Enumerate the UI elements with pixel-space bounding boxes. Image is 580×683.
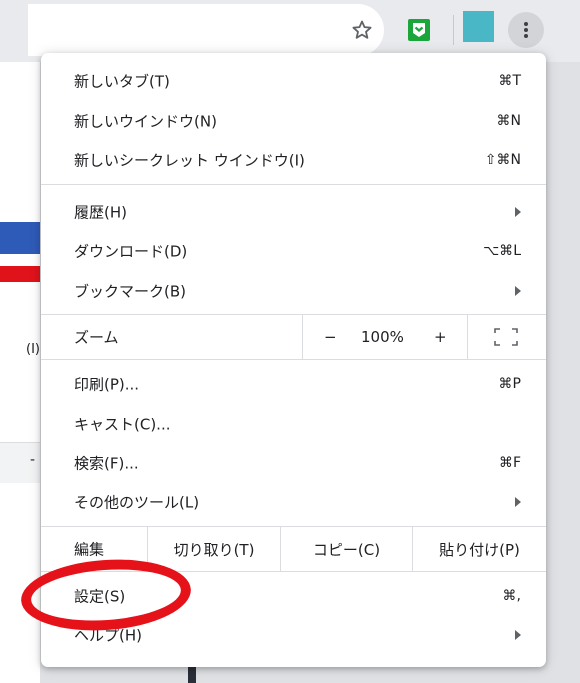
star-icon[interactable] [350, 18, 374, 42]
menu-item-label: 新しいウインドウ(N) [74, 112, 217, 131]
menu-item-bookmarks[interactable]: ブックマーク(B) [41, 271, 546, 311]
zoom-out-button[interactable]: − [324, 328, 337, 346]
menu-item-new-window[interactable]: 新しいウインドウ(N) ⌘N [41, 101, 546, 141]
fullscreen-icon[interactable] [494, 328, 518, 346]
menu-item-new-incognito-window[interactable]: 新しいシークレット ウインドウ(I) ⇧⌘N [41, 140, 546, 180]
kebab-menu-icon[interactable] [508, 12, 544, 48]
menu-item-shortcut: ⌘F [498, 455, 521, 471]
menu-item-print[interactable]: 印刷(P)... ⌘P [41, 364, 546, 404]
menu-item-label: ブックマーク(B) [74, 282, 186, 301]
submenu-arrow-icon [515, 497, 521, 507]
background-text-fragment: - [30, 452, 36, 468]
menu-item-label: 検索(F)... [74, 454, 139, 473]
background-page-red-block [0, 266, 40, 282]
menu-item-find[interactable]: 検索(F)... ⌘F [41, 443, 546, 483]
paste-button[interactable]: 貼り付け(P) [413, 527, 546, 571]
zoom-divider [302, 315, 303, 359]
zoom-level: 100% [361, 328, 404, 346]
submenu-arrow-icon [515, 630, 521, 640]
menu-item-label: その他のツール(L) [74, 493, 200, 512]
edit-label: 編集 [74, 540, 105, 559]
menu-item-new-tab[interactable]: 新しいタブ(T) ⌘T [41, 61, 546, 101]
menu-item-more-tools[interactable]: その他のツール(L) [41, 482, 546, 522]
menu-item-label: 新しいタブ(T) [74, 72, 170, 91]
menu-item-label: ダウンロード(D) [74, 242, 188, 261]
extension-icon[interactable] [407, 18, 431, 42]
menu-item-shortcut: ⌘, [502, 588, 521, 604]
menu-item-shortcut: ⇧⌘N [484, 152, 521, 168]
menu-item-label: 印刷(P)... [74, 375, 140, 394]
zoom-label: ズーム [74, 328, 119, 347]
menu-item-shortcut: ⌥⌘L [483, 243, 521, 259]
submenu-arrow-icon [515, 207, 521, 217]
menu-item-label: キャスト(C)... [74, 415, 171, 434]
zoom-row: ズーム − 100% + [41, 315, 546, 359]
menu-item-cast[interactable]: キャスト(C)... [41, 404, 546, 444]
menu-item-history[interactable]: 履歴(H) [41, 192, 546, 232]
menu-separator [41, 184, 546, 185]
menu-item-shortcut: ⌘P [498, 376, 521, 392]
submenu-arrow-icon [515, 286, 521, 296]
cut-button[interactable]: 切り取り(T) [148, 527, 280, 571]
address-bar[interactable] [28, 4, 384, 56]
menu-item-label: 履歴(H) [74, 203, 127, 222]
copy-button[interactable]: コピー(C) [281, 527, 412, 571]
menu-item-shortcut: ⌘T [498, 73, 521, 89]
zoom-in-button[interactable]: + [434, 328, 447, 346]
menu-item-shortcut: ⌘N [496, 113, 521, 129]
background-text-fragment: (I) [26, 342, 40, 357]
avatar[interactable] [463, 11, 494, 42]
menu-item-label: 新しいシークレット ウインドウ(I) [74, 151, 305, 170]
menu-item-downloads[interactable]: ダウンロード(D) ⌥⌘L [41, 231, 546, 271]
toolbar-divider [453, 15, 454, 45]
zoom-divider [467, 315, 468, 359]
menu-separator [41, 359, 546, 360]
background-page-blue-block [0, 222, 40, 254]
